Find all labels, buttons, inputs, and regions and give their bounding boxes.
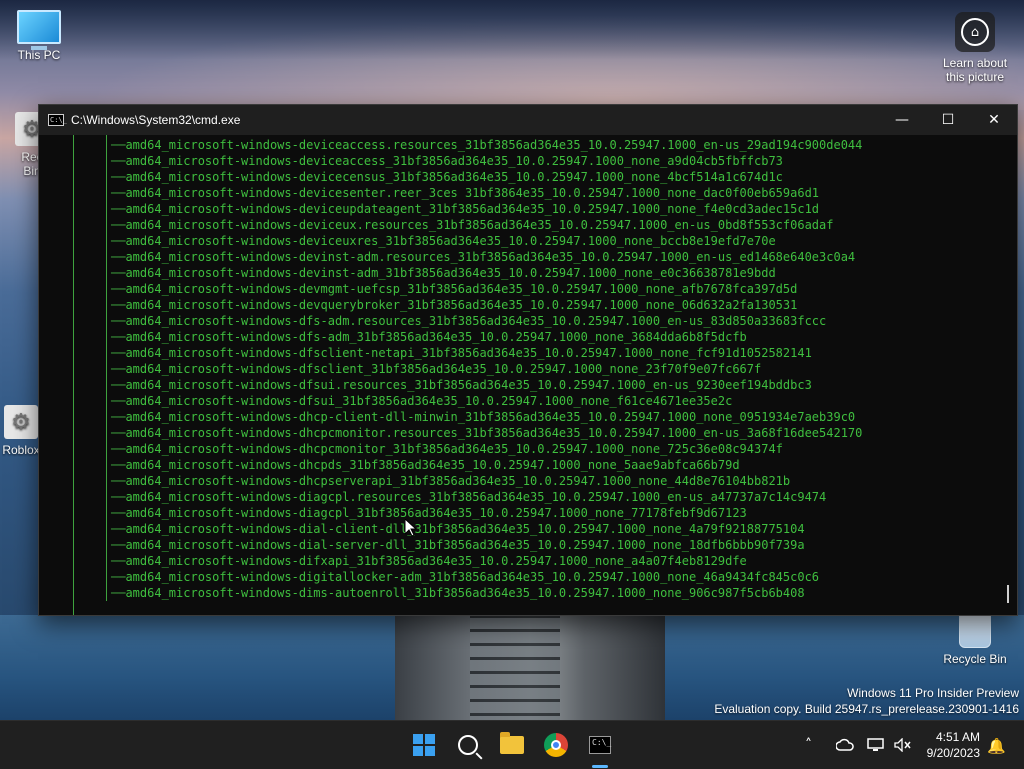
console-line: amd64_microsoft-windows-deviceux.resourc… — [111, 217, 862, 233]
console-line: amd64_microsoft-windows-deviceaccess_31b… — [111, 153, 862, 169]
folder-icon — [500, 732, 524, 754]
console-line: amd64_microsoft-windows-dhcpserverapi_31… — [111, 473, 862, 489]
console-line: amd64_microsoft-windows-devicesenter.ree… — [111, 185, 862, 201]
console-line: amd64_microsoft-windows-devicecensus_31b… — [111, 169, 862, 185]
desktop-icon-learn-about-picture[interactable]: ⌂ Learn about this picture — [938, 12, 1012, 84]
console-line: amd64_microsoft-windows-deviceaccess.res… — [111, 137, 862, 153]
console-line: amd64_microsoft-windows-devinst-adm.reso… — [111, 249, 862, 265]
cmd-app-icon: C:\_ — [48, 114, 67, 126]
start-button[interactable] — [407, 728, 441, 762]
desktop-icon-label: Recycle Bin — [943, 652, 1007, 666]
speaker-muted-icon — [894, 738, 911, 752]
search-button[interactable] — [451, 728, 485, 762]
console-line: amd64_microsoft-windows-diagcpl.resource… — [111, 489, 862, 505]
console-line: amd64_microsoft-windows-dial-client-dll_… — [111, 521, 862, 537]
windows-watermark: Windows 11 Pro Insider Preview Evaluatio… — [714, 685, 1019, 717]
volume-tray-button[interactable] — [894, 721, 912, 769]
clock-date: 9/20/2023 — [926, 746, 980, 760]
close-button[interactable]: ✕ — [971, 105, 1017, 135]
console-line: amd64_microsoft-windows-devmgmt-uefcsp_3… — [111, 281, 862, 297]
tray-overflow-button[interactable]: ˄ — [805, 721, 812, 769]
wallpaper-clouds — [0, 0, 1024, 60]
desktop-icon-label: This PC — [17, 48, 61, 62]
console-line: amd64_microsoft-windows-dhcpds_31bf3856a… — [111, 457, 862, 473]
gear-icon: ⚙ — [4, 405, 38, 439]
console-line: amd64_microsoft-windows-deviceuxres_31bf… — [111, 233, 862, 249]
cmd-window[interactable]: C:\_ C:\Windows\System32\cmd.exe — ☐ ✕ a… — [38, 104, 1018, 616]
console-line: amd64_microsoft-windows-dfsclient_31bf38… — [111, 361, 862, 377]
desktop-icon-recycle-bin[interactable]: Recycle Bin — [940, 612, 1010, 666]
window-titlebar[interactable]: C:\_ C:\Windows\System32\cmd.exe — ☐ ✕ — [39, 105, 1017, 135]
cloud-icon — [836, 738, 854, 751]
tree-guide-line — [73, 135, 74, 615]
scrollbar-thumb[interactable] — [1007, 585, 1009, 603]
output-lines: amd64_microsoft-windows-deviceaccess.res… — [111, 137, 862, 601]
spotlight-icon: ⌂ — [955, 12, 995, 52]
notification-bell-icon[interactable]: 🔔 — [987, 737, 1006, 755]
taskbar: C:\_ ˄ 4:51 AM 9/20/2023 🔔 — [0, 720, 1024, 769]
console-line: amd64_microsoft-windows-difxapi_31bf3856… — [111, 553, 862, 569]
chrome-button[interactable] — [539, 728, 573, 762]
window-title: C:\Windows\System32\cmd.exe — [71, 113, 241, 127]
search-icon — [458, 735, 478, 755]
watermark-line-1: Windows 11 Pro Insider Preview — [847, 686, 1019, 700]
command-prompt-button[interactable]: C:\_ — [583, 728, 617, 762]
desktop-icon-this-pc[interactable]: This PC — [8, 10, 70, 62]
file-explorer-button[interactable] — [495, 728, 529, 762]
tree-guide-line — [106, 135, 107, 601]
console-line: amd64_microsoft-windows-devinst-adm_31bf… — [111, 265, 862, 281]
console-output[interactable]: amd64_microsoft-windows-deviceaccess.res… — [39, 135, 1017, 615]
console-line: amd64_microsoft-windows-deviceupdateagen… — [111, 201, 862, 217]
chevron-up-icon: ˄ — [805, 737, 812, 753]
terminal-icon: C:\_ — [589, 736, 611, 754]
console-line: amd64_microsoft-windows-dial-server-dll_… — [111, 537, 862, 553]
console-line: amd64_microsoft-windows-diagcpl_31bf3856… — [111, 505, 862, 521]
recycle-bin-icon — [959, 612, 991, 648]
clock-time: 4:51 AM — [935, 730, 980, 744]
maximize-button[interactable]: ☐ — [925, 105, 971, 135]
onedrive-tray-button[interactable] — [836, 721, 854, 769]
console-line: amd64_microsoft-windows-dhcpcmonitor_31b… — [111, 441, 862, 457]
network-icon — [867, 738, 884, 751]
monitor-icon — [17, 10, 61, 50]
console-line: amd64_microsoft-windows-dfsui_31bf3856ad… — [111, 393, 862, 409]
console-line: amd64_microsoft-windows-dims-autoenroll_… — [111, 585, 862, 601]
console-line: amd64_microsoft-windows-devquerybroker_3… — [111, 297, 862, 313]
minimize-button[interactable]: — — [879, 105, 925, 135]
desktop-icon-label: Roblox — [2, 443, 40, 457]
wallpaper-pier-planks — [470, 615, 560, 720]
console-line: amd64_microsoft-windows-digitallocker-ad… — [111, 569, 862, 585]
console-line: amd64_microsoft-windows-dhcpcmonitor.res… — [111, 425, 862, 441]
console-line: amd64_microsoft-windows-dfsclient-netapi… — [111, 345, 862, 361]
chrome-icon — [544, 733, 568, 757]
console-line: amd64_microsoft-windows-dfs-adm_31bf3856… — [111, 329, 862, 345]
desktop-icon-label: Learn about this picture — [942, 56, 1008, 84]
windows-logo-icon — [413, 734, 435, 756]
console-line: amd64_microsoft-windows-dfsui.resources_… — [111, 377, 862, 393]
console-line: amd64_microsoft-windows-dhcp-client-dll-… — [111, 409, 862, 425]
desktop-icon-roblox[interactable]: ⚙ Roblox — [2, 405, 40, 457]
tray-clock[interactable]: 4:51 AM 9/20/2023 — [927, 729, 980, 761]
watermark-line-2: Evaluation copy. Build 25947.rs_prerelea… — [714, 702, 1019, 716]
console-line: amd64_microsoft-windows-dfs-adm.resource… — [111, 313, 862, 329]
network-tray-button[interactable] — [867, 721, 885, 769]
